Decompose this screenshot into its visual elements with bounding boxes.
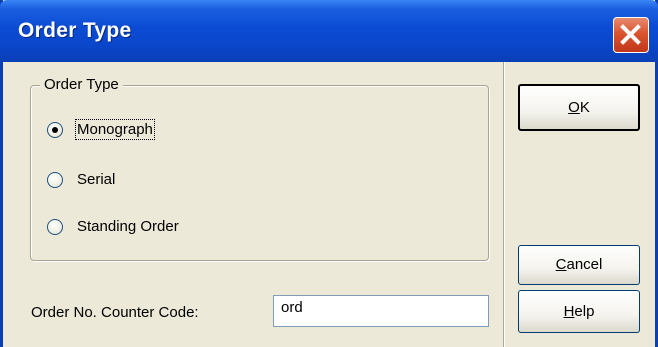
help-label-rest: elp xyxy=(574,303,595,320)
counter-code-label: Order No. Counter Code: xyxy=(31,304,199,321)
counter-code-input[interactable] xyxy=(273,295,489,327)
cancel-button[interactable]: Cancel xyxy=(518,245,640,285)
cancel-label-rest: ancel xyxy=(566,256,603,273)
dialog-client-area: Order Type Monograph Serial Standing Ord… xyxy=(3,62,655,347)
ok-mnemonic: O xyxy=(568,98,580,116)
title-bar[interactable]: Order Type xyxy=(0,0,658,62)
radio-icon xyxy=(47,172,63,188)
dialog-window: Order Type Order Type Monograph Serial S… xyxy=(0,0,658,347)
group-legend: Order Type xyxy=(40,76,123,93)
radio-label-standing-order: Standing Order xyxy=(77,218,179,235)
help-button[interactable]: Help xyxy=(518,290,640,333)
ok-label-rest: K xyxy=(579,98,590,116)
cancel-mnemonic: C xyxy=(555,256,567,273)
window-title: Order Type xyxy=(18,19,132,42)
radio-icon xyxy=(47,219,63,235)
help-mnemonic: H xyxy=(563,303,575,320)
radio-selected-dot xyxy=(52,127,58,133)
radio-icon xyxy=(47,122,63,138)
radio-label-serial: Serial xyxy=(77,171,116,188)
close-x-icon xyxy=(620,24,641,45)
divider-highlight xyxy=(504,62,505,347)
close-button[interactable] xyxy=(613,17,649,53)
ok-button[interactable]: OK xyxy=(518,84,640,131)
order-type-group: Order Type Monograph Serial Standing Ord… xyxy=(30,76,489,261)
radio-label-monograph: Monograph xyxy=(75,119,155,140)
